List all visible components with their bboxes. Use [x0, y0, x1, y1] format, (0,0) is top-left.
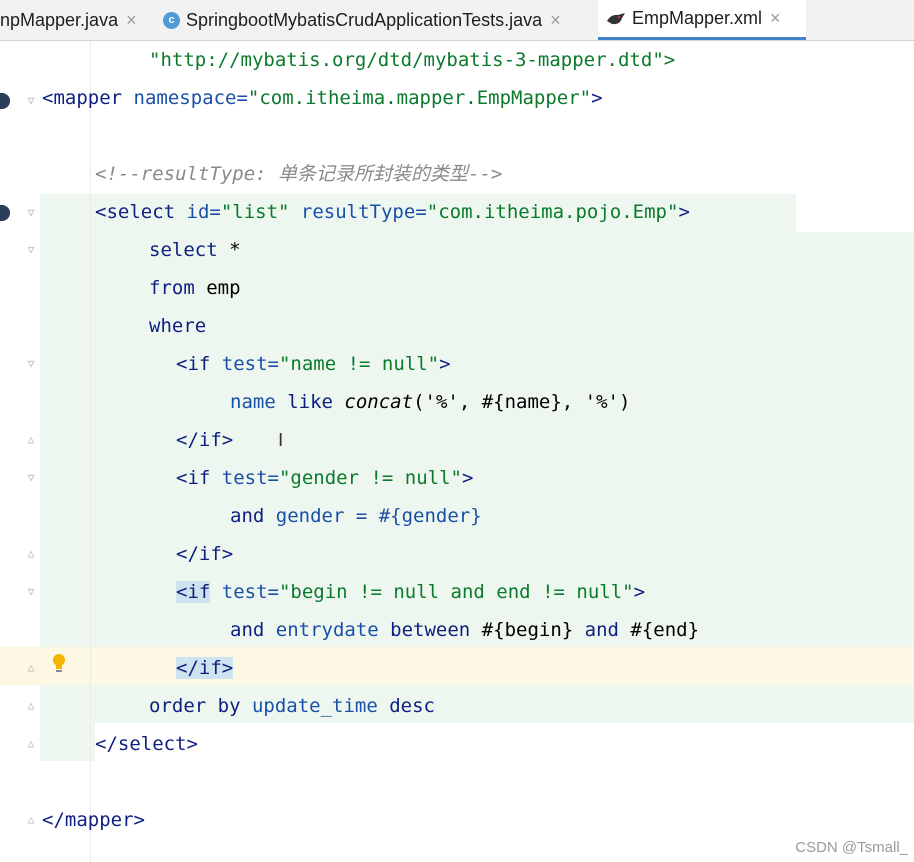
fold-icon[interactable]: △ [25, 434, 37, 446]
code-line: from emp [149, 277, 241, 299]
code-line: <if test="begin != null and end != null"… [176, 581, 646, 603]
tab-application-tests[interactable]: c SpringbootMybatisCrudApplicationTests.… [163, 0, 593, 40]
code-editor[interactable]: ▽ ▽ ▽ ▽ △ ▽ △ ▽ △ △ △ △ "http://mybatis.… [0, 41, 914, 862]
code-line: "http://mybatis.org/dtd/mybatis-3-mapper… [149, 49, 676, 71]
code-line: and entrydate between #{begin} and #{end… [230, 619, 700, 641]
code-line: <mapper namespace="com.itheima.mapper.Em… [42, 87, 603, 109]
fold-icon[interactable]: ▽ [25, 244, 37, 256]
fold-icon[interactable]: ▽ [25, 586, 37, 598]
code-line: </if> [176, 657, 234, 679]
editor-tab-bar: npMapper.java × c SpringbootMybatisCrudA… [0, 0, 914, 41]
code-line: <if test="name != null"> [176, 353, 451, 375]
code-line: </if> [176, 543, 234, 565]
tab-label: EmpMapper.xml [632, 8, 763, 28]
fold-icon[interactable]: ▽ [25, 207, 37, 219]
fold-icon[interactable]: △ [25, 738, 37, 750]
mapper-navigation-icon[interactable] [0, 93, 10, 109]
caret-line-highlight [0, 647, 914, 685]
code-line: <if test="gender != null"> [176, 467, 474, 489]
code-line: select * [149, 239, 241, 261]
fold-icon[interactable]: ▽ [25, 95, 37, 107]
code-line: <select id="list" resultType="com.itheim… [95, 201, 690, 223]
mapper-navigation-icon[interactable] [0, 205, 10, 221]
code-line: where [149, 315, 207, 337]
tab-empmapper-java[interactable]: npMapper.java × [0, 0, 150, 40]
mybatis-bird-icon [606, 12, 626, 26]
watermark: CSDN @Tsmall_ [795, 839, 908, 856]
tab-label: npMapper.java [0, 9, 119, 30]
fold-icon[interactable]: △ [25, 814, 37, 826]
lightbulb-icon[interactable] [52, 653, 66, 675]
fold-icon[interactable]: ▽ [25, 472, 37, 484]
code-line: order by update_time desc [149, 695, 435, 717]
text-cursor: I [278, 430, 284, 451]
fold-icon[interactable]: ▽ [25, 358, 37, 370]
close-icon[interactable]: × [550, 10, 561, 31]
close-icon[interactable]: × [770, 8, 781, 29]
code-line: and gender = #{gender} [230, 505, 482, 527]
fold-icon[interactable]: △ [25, 700, 37, 712]
fold-icon[interactable]: △ [25, 548, 37, 560]
close-icon[interactable]: × [126, 10, 137, 31]
tab-empmapper-xml[interactable]: EmpMapper.xml × [598, 0, 806, 40]
fold-icon[interactable]: △ [25, 662, 37, 674]
sql-background [40, 723, 95, 761]
tab-label: SpringbootMybatisCrudApplicationTests.ja… [186, 9, 543, 30]
code-line: <!--resultType: 单条记录所封装的类型--> [95, 163, 503, 185]
gutter-divider [90, 41, 91, 862]
code-line: </if> [176, 429, 234, 451]
java-class-icon: c [163, 11, 180, 29]
code-line: name like concat('%', #{name}, '%') [230, 391, 631, 413]
code-line: </select> [95, 733, 198, 755]
code-line: </mapper> [42, 809, 145, 831]
